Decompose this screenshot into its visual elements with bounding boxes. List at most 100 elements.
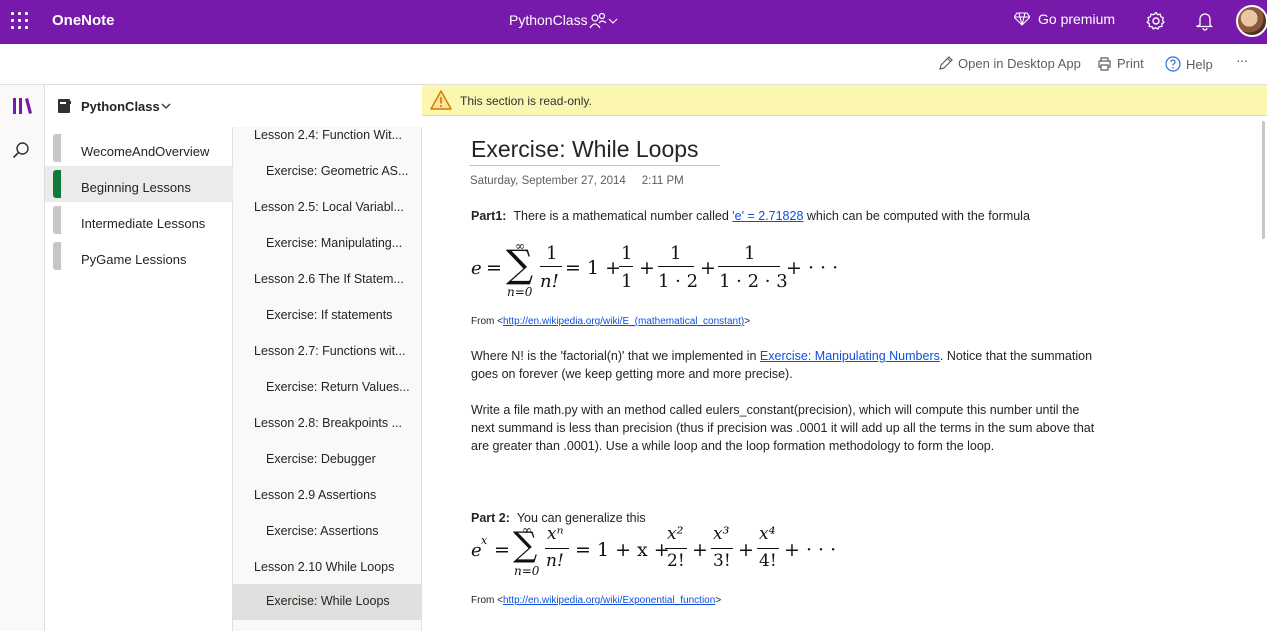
frac4-den: 1 · 2 · 3	[719, 271, 788, 292]
page-title[interactable]: Exercise: While Loops	[471, 136, 699, 163]
help-button[interactable]: Help	[1165, 56, 1213, 72]
frac8-num: x⁴	[759, 524, 776, 544]
section-pygame-lessions[interactable]: PyGame Lessions	[45, 238, 233, 274]
frac5-den: n!	[546, 551, 564, 571]
section-intermediate-lessons[interactable]: Intermediate Lessons	[45, 202, 233, 238]
go-premium-label: Go premium	[1038, 11, 1116, 27]
page-label: Lesson 2.8: Breakpoints ...	[254, 416, 403, 430]
page-canvas[interactable]: Exercise: While Loops Saturday, Septembe…	[422, 116, 1267, 631]
page-label: Exercise: While Loops	[266, 594, 390, 608]
source-citation-1: From <http://en.wikipedia.org/wiki/E_(ma…	[471, 316, 750, 327]
page-item[interactable]: Lesson 2.6 The If Statem...	[233, 262, 421, 298]
page-label: Lesson 2.10 While Loops	[254, 560, 395, 574]
formula2-eq: =	[494, 539, 510, 561]
citation-prefix: From <	[471, 316, 503, 327]
part1-text: There is a mathematical number called	[513, 209, 733, 223]
section-label: WecomeAndOverview	[81, 144, 210, 159]
page-item[interactable]: Lesson 2.9 Assertions	[233, 478, 421, 514]
help-icon	[1165, 56, 1181, 72]
page-item-active[interactable]: Exercise: While Loops	[233, 584, 421, 620]
page-date: Saturday, September 27, 2014	[470, 175, 626, 187]
page-item[interactable]: Exercise: If statements	[233, 298, 421, 334]
formula-tail: + · · ·	[786, 257, 839, 279]
source-citation-2: From <http://en.wikipedia.org/wiki/Expon…	[471, 595, 721, 606]
section-color-tab	[53, 170, 61, 198]
search-icon[interactable]	[12, 141, 30, 159]
section-wecome-and-overview[interactable]: WecomeAndOverview	[45, 130, 233, 166]
frac1-bar	[540, 266, 562, 267]
citation-suffix: >	[715, 595, 722, 606]
part1-label: Part1:	[471, 209, 507, 223]
user-avatar[interactable]	[1236, 5, 1267, 37]
page-item[interactable]: Exercise: Manipulating...	[233, 226, 421, 262]
app-launcher-icon[interactable]	[11, 12, 28, 29]
warning-icon	[430, 90, 452, 110]
page-item[interactable]: Lesson 2.7: Functions wit...	[233, 334, 421, 370]
notebook-icon	[58, 99, 71, 113]
read-only-banner: This section is read-only.	[422, 85, 1267, 116]
section-color-tab	[53, 134, 61, 162]
scrollbar[interactable]	[1262, 121, 1265, 239]
gear-icon[interactable]	[1146, 11, 1166, 31]
e-constant-link[interactable]: 'e' = 2.71828	[732, 209, 803, 223]
instructions-paragraph: Write a file math.py with an method call…	[471, 403, 1095, 453]
command-bar: Open in Desktop App Print Help ···	[0, 44, 1267, 85]
page-item[interactable]: Exercise: Geometric AS...	[233, 154, 421, 190]
page-item[interactable]: Lesson 2.10 While Loops	[233, 550, 421, 586]
help-label: Help	[1186, 56, 1213, 72]
section-beginning-lessons[interactable]: Beginning Lessons	[45, 166, 233, 202]
frac5-bar	[545, 548, 569, 549]
page-label: Exercise: If statements	[266, 308, 393, 322]
go-premium-button[interactable]: Go premium	[1014, 11, 1115, 27]
manipulating-numbers-link[interactable]: Exercise: Manipulating Numbers	[760, 349, 940, 363]
bell-icon[interactable]	[1196, 11, 1214, 31]
notebook-title[interactable]: PythonClass	[509, 12, 588, 28]
page-item[interactable]: Exercise: Debugger	[233, 442, 421, 478]
frac8-den: 4!	[759, 551, 777, 571]
app-name[interactable]: OneNote	[52, 12, 115, 29]
read-only-message: This section is read-only.	[460, 94, 592, 108]
formula2-lower: n=0	[514, 564, 540, 578]
page-label: Lesson 2.7: Functions wit...	[254, 344, 406, 358]
section-label: Beginning Lessons	[81, 180, 191, 195]
factorial-paragraph: Where N! is the 'factorial(n)' that we i…	[471, 347, 1101, 383]
section-label: PyGame Lessions	[81, 252, 187, 267]
frac4-bar	[718, 266, 780, 267]
pages-list: Lesson 2.4: Function Wit... Exercise: Ge…	[233, 127, 422, 631]
page-label: Lesson 2.5: Local Variabl...	[254, 200, 404, 214]
title-underline	[469, 165, 720, 166]
frac1-den: n!	[540, 271, 559, 292]
open-desktop-app-button[interactable]: Open in Desktop App	[938, 56, 1081, 71]
page-item[interactable]: Exercise: Return Values...	[233, 370, 421, 406]
notebooks-library-icon[interactable]	[12, 96, 34, 116]
section-label: Intermediate Lessons	[81, 216, 206, 231]
wikipedia-exp-link[interactable]: http://en.wikipedia.org/wiki/Exponential…	[503, 595, 715, 606]
frac6-num: x²	[667, 524, 684, 544]
frac2-bar	[619, 266, 633, 267]
frac2-num: 1	[621, 243, 633, 264]
page-item[interactable]: Lesson 2.8: Breakpoints ...	[233, 406, 421, 442]
page-item[interactable]: Lesson 2.5: Local Variabl...	[233, 190, 421, 226]
formula2-plus: +	[738, 539, 754, 561]
print-button[interactable]: Print	[1097, 56, 1144, 71]
frac6-bar	[665, 548, 687, 549]
shared-people-icon[interactable]	[589, 11, 619, 31]
part2-text: You can generalize this	[516, 511, 646, 525]
navigation-rail	[0, 85, 45, 631]
page-label: Exercise: Debugger	[266, 452, 376, 466]
page-label: Lesson 2.9 Assertions	[254, 488, 377, 502]
page-item[interactable]: Lesson 2.4: Function Wit...	[233, 127, 421, 154]
formula-sigma: ∑	[506, 242, 534, 286]
wikipedia-e-link[interactable]: http://en.wikipedia.org/wiki/E_(mathemat…	[503, 316, 744, 327]
frac3-bar	[658, 266, 694, 267]
para2-text: Where N! is the 'factorial(n)' that we i…	[471, 349, 760, 363]
formula-one-plus: = 1 +	[565, 257, 622, 279]
page-item[interactable]: Exercise: Assertions	[233, 514, 421, 550]
frac7-den: 3!	[713, 551, 731, 571]
formula2-tail: + · · ·	[784, 539, 837, 561]
notebook-switcher[interactable]: PythonClass	[45, 85, 422, 127]
page-label: Exercise: Return Values...	[266, 380, 410, 394]
formula2-sup: x	[481, 534, 488, 547]
sections-list: WecomeAndOverview Beginning Lessons Inte…	[45, 127, 233, 631]
more-options-button[interactable]: ···	[1236, 52, 1248, 68]
